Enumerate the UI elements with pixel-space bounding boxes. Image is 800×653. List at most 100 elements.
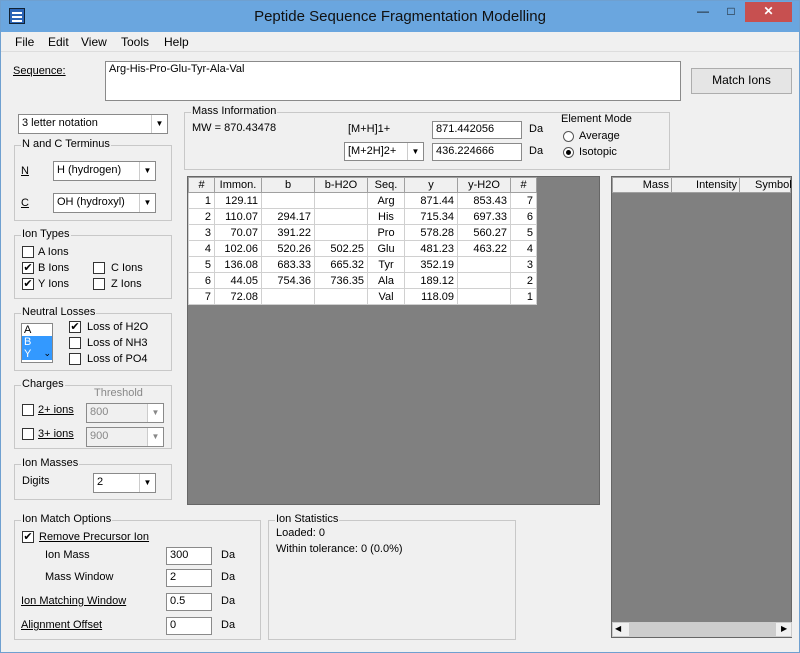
table-cell[interactable]: 853.43 [457, 192, 511, 209]
table-cell[interactable]: 72.08 [214, 288, 262, 305]
minimize-button[interactable]: — [689, 2, 717, 22]
table-cell[interactable] [457, 272, 511, 289]
column-header[interactable]: y [404, 177, 458, 193]
notation-select[interactable]: 3 letter notation ▼ [18, 114, 168, 134]
close-button[interactable]: ✕ [745, 2, 792, 22]
table-cell[interactable] [314, 224, 368, 241]
column-header[interactable]: # [510, 177, 537, 193]
table-cell[interactable]: 520.26 [261, 240, 315, 257]
z-ions-checkbox[interactable] [93, 278, 105, 290]
table-row[interactable]: 2 110.07 294.17 His 715.34 697.33 6 [188, 208, 537, 225]
mh2-value[interactable]: 436.224666 [432, 143, 522, 161]
table-cell[interactable]: 6 [188, 272, 215, 289]
table-cell[interactable]: 715.34 [404, 208, 458, 225]
table-cell[interactable]: Tyr [367, 256, 405, 273]
table-cell[interactable] [261, 288, 315, 305]
table-cell[interactable]: 560.27 [457, 224, 511, 241]
column-header[interactable]: Intensity [671, 177, 740, 193]
table-cell[interactable]: 578.28 [404, 224, 458, 241]
table-cell[interactable] [457, 256, 511, 273]
table-cell[interactable]: 70.07 [214, 224, 262, 241]
column-header[interactable]: # [188, 177, 215, 193]
offset-input[interactable]: 0 [166, 617, 212, 635]
sequence-input[interactable]: Arg-His-Pro-Glu-Tyr-Ala-Val [105, 61, 681, 101]
chevron-down-icon[interactable]: ⌄ [43, 348, 51, 359]
column-header[interactable]: y-H2O [457, 177, 511, 193]
table-cell[interactable] [314, 288, 368, 305]
table-cell[interactable] [261, 192, 315, 209]
a-ions-checkbox[interactable] [22, 246, 34, 258]
table-cell[interactable]: 463.22 [457, 240, 511, 257]
table-cell[interactable]: 4 [188, 240, 215, 257]
table-cell[interactable]: 2 [510, 272, 537, 289]
table-row[interactable]: 4 102.06 520.26 502.25 Glu 481.23 463.22 4 [188, 240, 537, 257]
column-header[interactable]: Symbol [739, 177, 792, 193]
maximize-button[interactable]: □ [717, 2, 745, 22]
c-terminus-select[interactable]: OH (hydroxyl) ▼ [53, 193, 156, 213]
table-row[interactable]: 5 136.08 683.33 665.32 Tyr 352.19 3 [188, 256, 537, 273]
average-radio[interactable] [563, 131, 574, 142]
charge-3-checkbox[interactable] [22, 428, 34, 440]
menu-help[interactable]: Help [164, 35, 189, 49]
list-item[interactable]: B [22, 336, 52, 348]
table-cell[interactable]: 118.09 [404, 288, 458, 305]
table-cell[interactable]: 2 [188, 208, 215, 225]
table-cell[interactable] [314, 208, 368, 225]
scroll-thumb[interactable] [629, 623, 776, 636]
y-ions-checkbox[interactable]: ✔ [22, 278, 34, 290]
loss-h2o-checkbox[interactable]: ✔ [69, 321, 81, 333]
mh1-value[interactable]: 871.442056 [432, 121, 522, 139]
table-cell[interactable]: Ala [367, 272, 405, 289]
mass-grid[interactable] [611, 176, 792, 638]
column-header[interactable]: Seq. [367, 177, 405, 193]
table-row[interactable]: 3 70.07 391.22 Pro 578.28 560.27 5 [188, 224, 537, 241]
table-cell[interactable]: 5 [510, 224, 537, 241]
digits-select[interactable]: 2 ▼ [93, 473, 156, 493]
charge-2-checkbox[interactable] [22, 404, 34, 416]
mh2-select[interactable]: [M+2H]2+ ▼ [344, 142, 424, 161]
column-header[interactable]: Mass [612, 177, 672, 193]
table-cell[interactable]: 665.32 [314, 256, 368, 273]
threshold-2-select[interactable]: 800 ▼ [86, 403, 164, 423]
table-cell[interactable]: 129.11 [214, 192, 262, 209]
table-cell[interactable]: 44.05 [214, 272, 262, 289]
remove-precursor-checkbox[interactable]: ✔ [22, 531, 34, 543]
table-row[interactable]: 1 129.11 Arg 871.44 853.43 7 [188, 192, 537, 209]
table-cell[interactable]: 110.07 [214, 208, 262, 225]
ion-mass-input[interactable]: 300 [166, 547, 212, 565]
table-cell[interactable]: 189.12 [404, 272, 458, 289]
table-cell[interactable]: 502.25 [314, 240, 368, 257]
loss-series-list[interactable]: A B Y ⌄ [21, 323, 53, 363]
list-item[interactable]: A [22, 324, 52, 336]
n-terminus-select[interactable]: H (hydrogen) ▼ [53, 161, 156, 181]
threshold-3-select[interactable]: 900 ▼ [86, 427, 164, 447]
table-cell[interactable]: 7 [510, 192, 537, 209]
table-cell[interactable]: 102.06 [214, 240, 262, 257]
table-cell[interactable]: 1 [188, 192, 215, 209]
table-cell[interactable]: 697.33 [457, 208, 511, 225]
table-row[interactable]: 6 44.05 754.36 736.35 Ala 189.12 2 [188, 272, 537, 289]
table-cell[interactable]: Val [367, 288, 405, 305]
table-cell[interactable]: 7 [188, 288, 215, 305]
table-cell[interactable]: His [367, 208, 405, 225]
isotopic-radio[interactable] [563, 147, 574, 158]
table-cell[interactable]: 3 [188, 224, 215, 241]
scroll-right-icon[interactable]: ▶ [781, 624, 787, 633]
table-cell[interactable] [457, 288, 511, 305]
scroll-left-icon[interactable]: ◀ [615, 624, 621, 633]
table-cell[interactable]: 6 [510, 208, 537, 225]
table-cell[interactable] [314, 192, 368, 209]
table-cell[interactable]: 1 [510, 288, 537, 305]
table-cell[interactable]: 391.22 [261, 224, 315, 241]
table-cell[interactable]: 754.36 [261, 272, 315, 289]
loss-po4-checkbox[interactable] [69, 353, 81, 365]
table-cell[interactable]: 136.08 [214, 256, 262, 273]
ion-window-input[interactable]: 0.5 [166, 593, 212, 611]
column-header[interactable]: Immon. [214, 177, 262, 193]
column-header[interactable]: b [261, 177, 315, 193]
table-cell[interactable]: Glu [367, 240, 405, 257]
table-cell[interactable]: Pro [367, 224, 405, 241]
menu-tools[interactable]: Tools [121, 35, 149, 49]
menu-file[interactable]: File [15, 35, 34, 49]
table-cell[interactable]: 5 [188, 256, 215, 273]
